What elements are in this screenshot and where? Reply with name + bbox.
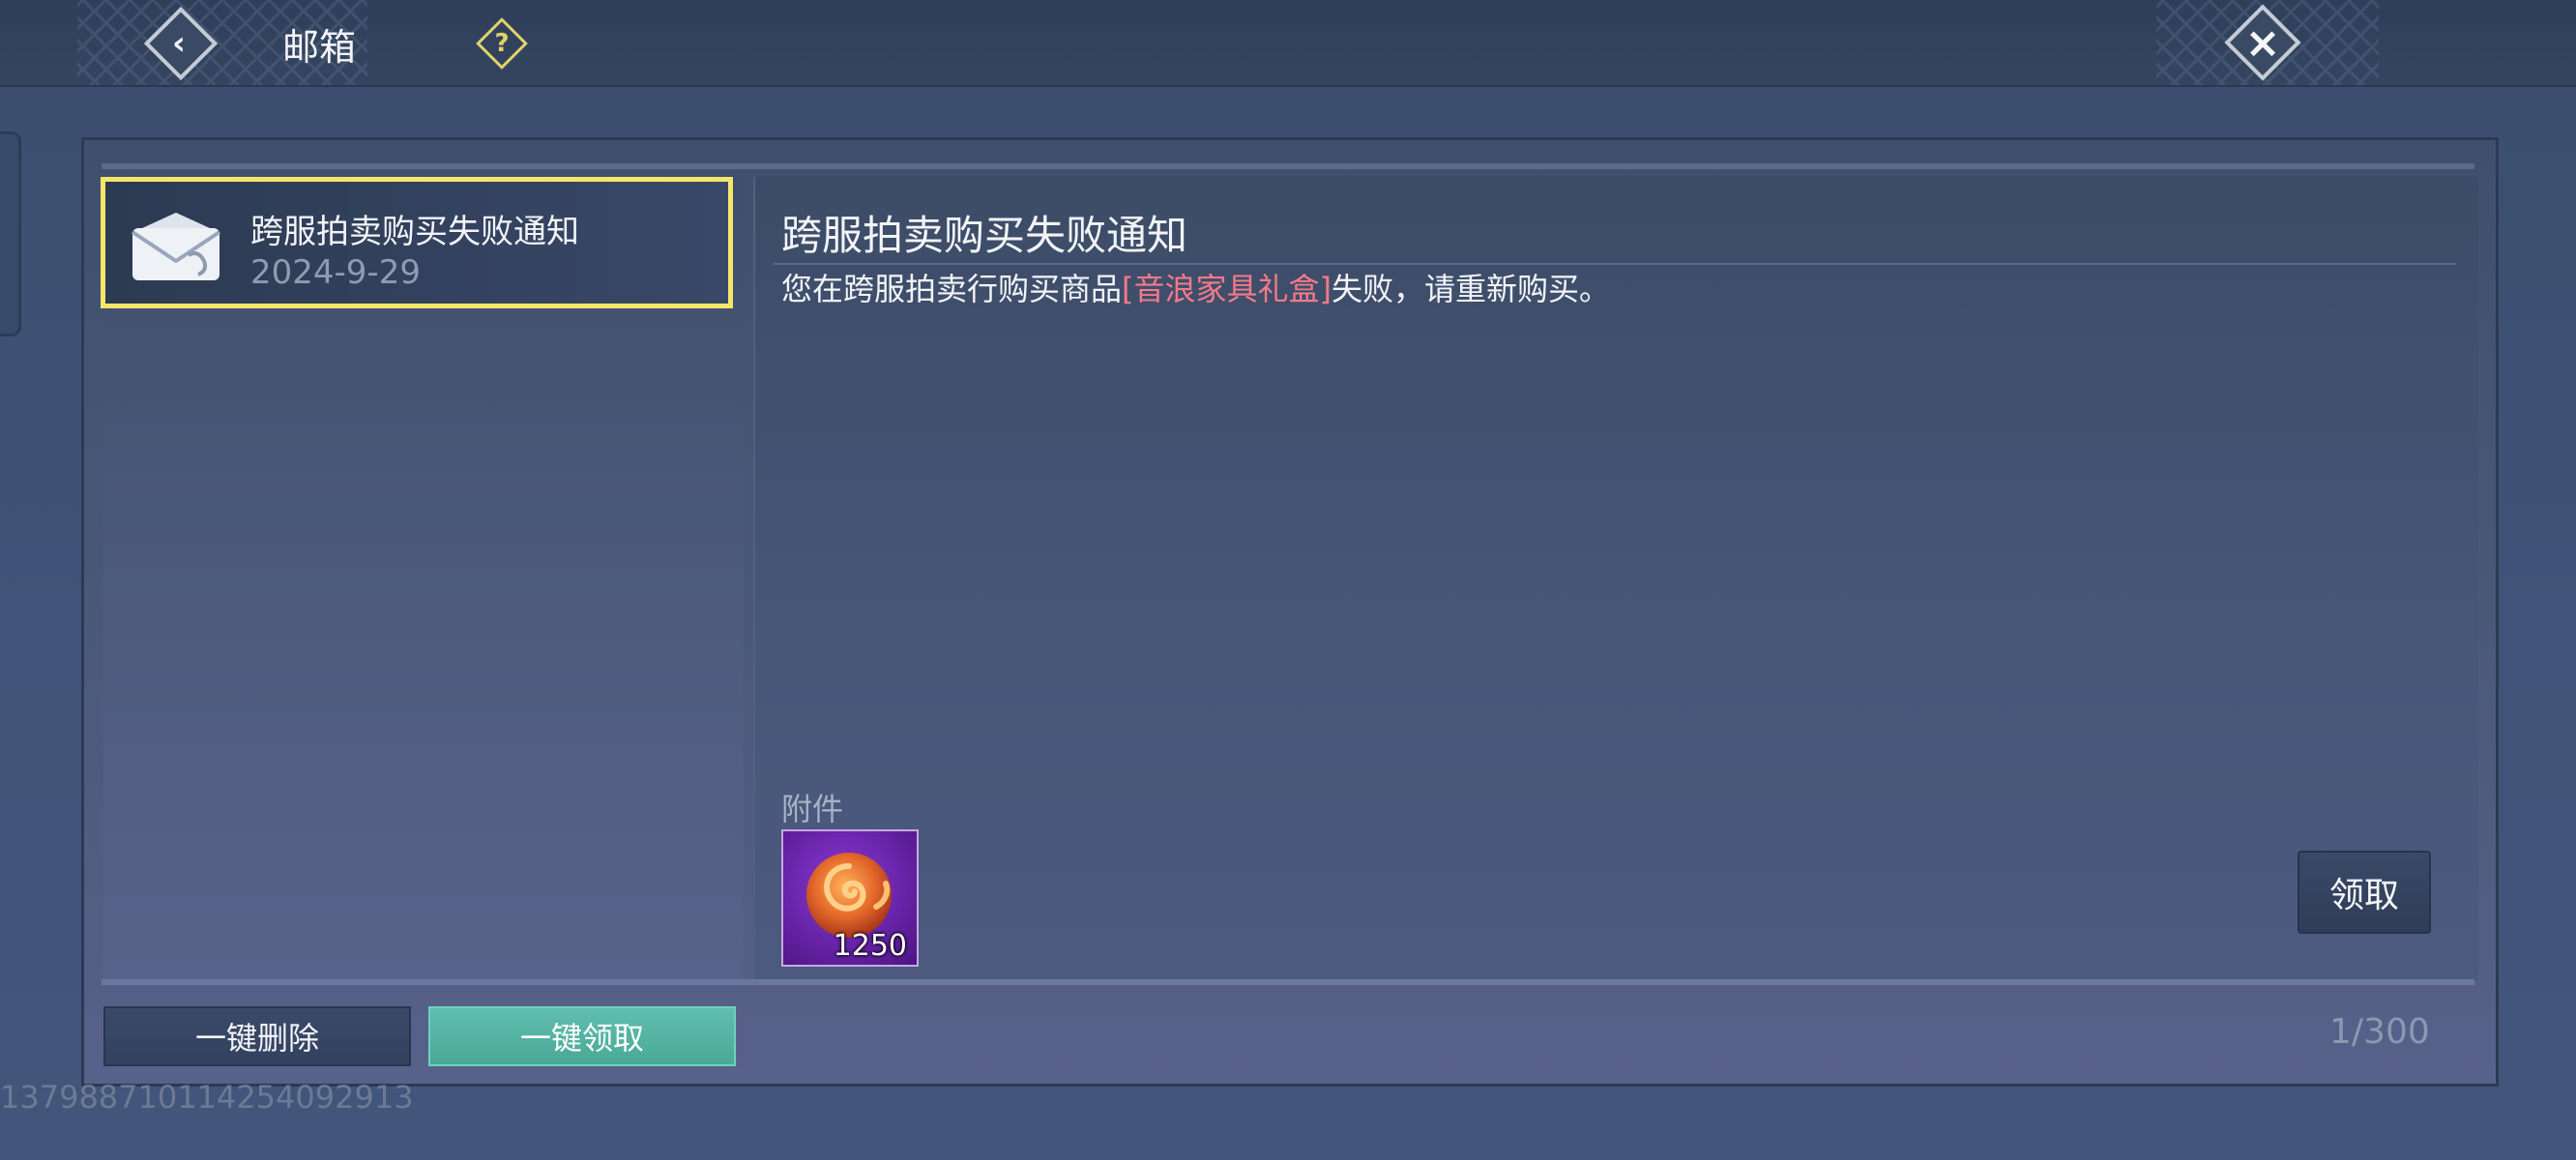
body-text: 您在跨服拍卖行购买商品 — [781, 271, 1123, 307]
attachment-label: 附件 — [781, 791, 844, 827]
close-icon: × — [2244, 17, 2281, 68]
item-link[interactable]: [音浪家具礼盒] — [1122, 271, 1332, 307]
body-text: 失败，请重新购买。 — [1332, 271, 1611, 307]
side-tab-handle[interactable] — [0, 131, 21, 336]
mail-detail-body: 您在跨服拍卖行购买商品[音浪家具礼盒]失败，请重新购买。 — [781, 265, 1610, 309]
mail-item-title: 跨服拍卖购买失败通知 — [250, 213, 579, 251]
top-bar: ‹ 邮箱 ? × — [0, 0, 2576, 87]
close-button[interactable]: × — [2224, 4, 2301, 81]
mail-detail-title: 跨服拍卖购买失败通知 — [781, 212, 1188, 259]
mail-list-item[interactable]: 跨服拍卖购买失败通知 2024-9-29 — [101, 177, 733, 308]
page-title: 邮箱 — [282, 26, 357, 69]
envelope-icon — [131, 213, 221, 280]
back-arrow-icon: ‹ — [171, 24, 186, 63]
claim-all-button[interactable]: 一键领取 — [428, 1006, 736, 1066]
mail-counter: 1/300 — [2329, 1012, 2430, 1052]
attachment-item[interactable]: 1250 — [781, 829, 919, 967]
user-id: 1379887101142540929​13 — [0, 1079, 414, 1116]
help-icon: ? — [494, 29, 510, 58]
coin-icon — [806, 853, 892, 938]
divider — [102, 979, 2474, 985]
divider — [102, 163, 2474, 169]
claim-button[interactable]: 领取 — [2298, 851, 2431, 934]
help-button[interactable]: ? — [476, 17, 528, 70]
delete-all-button[interactable]: 一键删除 — [103, 1006, 411, 1066]
back-button[interactable]: ‹ — [143, 6, 219, 81]
mail-item-date: 2024-9-29 — [250, 253, 421, 292]
attachment-count: 1250 — [833, 929, 907, 963]
